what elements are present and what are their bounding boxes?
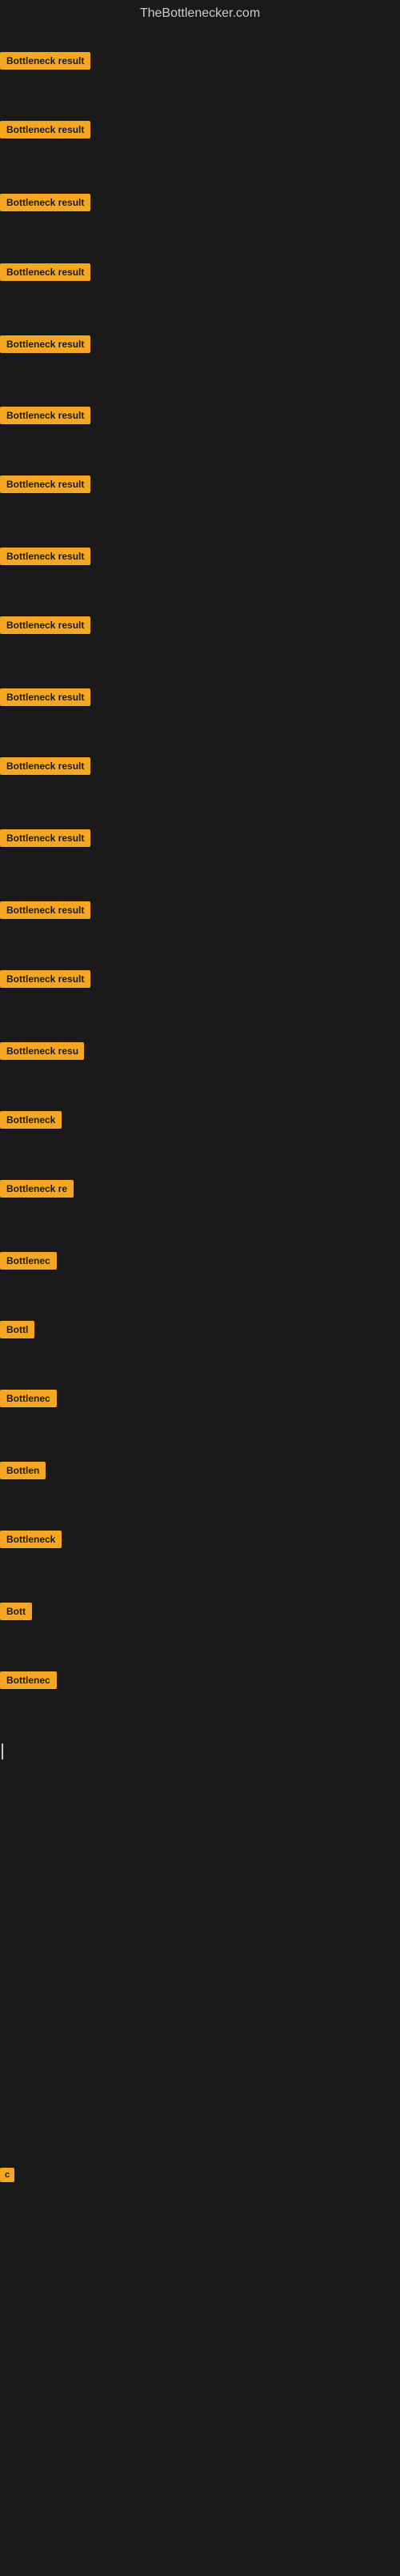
bottleneck-badge: Bottleneck result: [0, 688, 90, 706]
bottleneck-result-item[interactable]: Bottleneck result: [0, 829, 90, 851]
bottleneck-badge: Bottleneck result: [0, 407, 90, 424]
bottleneck-badge: Bottleneck result: [0, 757, 90, 775]
bottleneck-result-item[interactable]: Bottleneck result: [0, 407, 90, 428]
bottleneck-result-item[interactable]: Bottl: [0, 1321, 34, 1342]
bottleneck-result-item[interactable]: Bottleneck result: [0, 475, 90, 497]
bottleneck-badge: Bottleneck result: [0, 829, 90, 847]
bottleneck-result-item[interactable]: Bottlenec: [0, 1671, 57, 1693]
bottleneck-badge: Bottleneck resu: [0, 1042, 84, 1060]
site-title: TheBottlenecker.com: [0, 0, 400, 27]
bottleneck-badge: Bottl: [0, 1321, 34, 1338]
bottleneck-result-item[interactable]: Bottleneck result: [0, 52, 90, 74]
bottleneck-badge: Bottleneck result: [0, 616, 90, 634]
bottleneck-result-item[interactable]: Bottleneck re: [0, 1180, 74, 1202]
bottleneck-result-item[interactable]: Bottleneck result: [0, 194, 90, 215]
bottleneck-result-item[interactable]: Bottlenec: [0, 1252, 57, 1274]
bottleneck-badge: Bottleneck result: [0, 475, 90, 493]
bottleneck-badge: Bottlenec: [0, 1390, 57, 1407]
bottleneck-badge: Bottleneck: [0, 1111, 62, 1129]
bottleneck-badge: Bott: [0, 1603, 32, 1620]
bottleneck-result-item[interactable]: Bottleneck result: [0, 335, 90, 357]
bottleneck-result-item[interactable]: Bottleneck result: [0, 616, 90, 638]
bottleneck-result-item[interactable]: Bottleneck: [0, 1531, 62, 1552]
bottleneck-badge: Bottleneck result: [0, 52, 90, 70]
bottleneck-result-item[interactable]: Bottleneck: [0, 1111, 62, 1133]
bottleneck-result-item[interactable]: Bottleneck result: [0, 548, 90, 569]
bottleneck-badge: Bottleneck result: [0, 901, 90, 919]
bottleneck-badge: Bottlenec: [0, 1252, 57, 1270]
bottleneck-badge: Bottleneck result: [0, 121, 90, 138]
bottleneck-result-item[interactable]: Bottlenec: [0, 1390, 57, 1411]
bottleneck-badge: Bottleneck result: [0, 335, 90, 353]
bottleneck-result-item[interactable]: Bottleneck result: [0, 901, 90, 923]
bottleneck-badge: Bottleneck result: [0, 970, 90, 988]
bottleneck-badge: Bottleneck result: [0, 263, 90, 281]
bottleneck-result-item[interactable]: Bottleneck result: [0, 263, 90, 285]
bottleneck-badge: Bottlenec: [0, 1671, 57, 1689]
bottleneck-badge: Bottleneck: [0, 1531, 62, 1548]
bottleneck-badge: Bottleneck result: [0, 194, 90, 211]
bottleneck-result-item[interactable]: Bottleneck result: [0, 121, 90, 142]
bottleneck-result-item[interactable]: Bottleneck result: [0, 757, 90, 779]
text-cursor: [2, 1743, 3, 1759]
bottleneck-result-item[interactable]: Bottleneck resu: [0, 1042, 84, 1064]
bottleneck-badge: Bottlen: [0, 1462, 46, 1479]
bottleneck-badge: Bottleneck result: [0, 548, 90, 565]
bottleneck-result-item[interactable]: Bottlen: [0, 1462, 46, 1483]
bottleneck-result-item[interactable]: Bott: [0, 1603, 32, 1624]
small-bottleneck-badge: c: [0, 2168, 14, 2182]
bottleneck-badge: Bottleneck re: [0, 1180, 74, 1198]
bottleneck-result-item[interactable]: Bottleneck result: [0, 688, 90, 710]
bottleneck-result-item[interactable]: Bottleneck result: [0, 970, 90, 992]
